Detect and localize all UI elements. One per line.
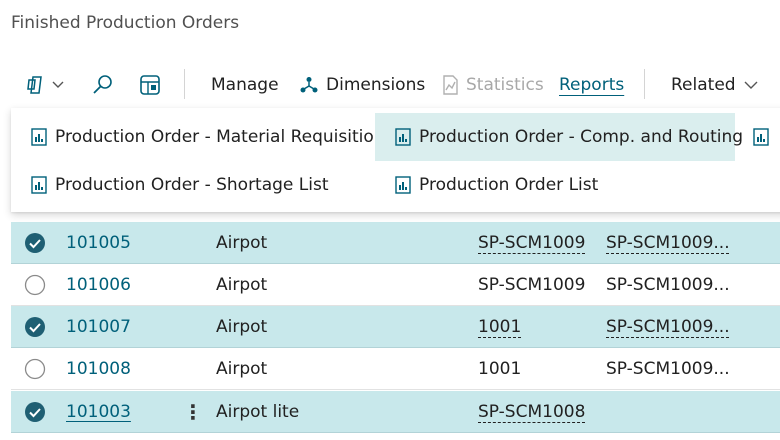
related-label: Related (671, 75, 736, 95)
toolbar-separator (184, 69, 185, 99)
description-cell: Airpot lite (216, 402, 300, 422)
source-no-cell[interactable]: 1001 (478, 306, 521, 348)
reports-label: Reports (559, 75, 625, 95)
row-checkbox[interactable] (24, 391, 46, 433)
checked-circle-icon (25, 402, 45, 422)
report-icon (31, 176, 55, 194)
routing-no-cell[interactable]: SP-SCM1009... (606, 306, 730, 348)
statistics-icon (442, 75, 459, 95)
checked-circle-icon (25, 317, 45, 337)
menu-item-label: Production Order - Shortage List (55, 175, 329, 195)
checked-circle-icon (25, 233, 45, 253)
views-icon (26, 75, 48, 95)
search-button[interactable] (92, 62, 114, 108)
toolbar-separator (644, 69, 645, 99)
routing-no-cell: SP-SCM1009... (606, 275, 730, 295)
row-checkbox[interactable] (24, 222, 46, 264)
views-button[interactable] (26, 62, 64, 108)
dimensions-label: Dimensions (326, 75, 426, 95)
reports-dropdown-menu: Production Order - Material Requisition … (11, 108, 780, 212)
empty-circle-icon (24, 358, 46, 380)
statistics-label: Statistics (466, 75, 544, 95)
source-no-cell[interactable]: SP-SCM1009 (478, 222, 585, 264)
row-checkbox[interactable] (24, 348, 46, 390)
action-bar: Manage Dimensions Statistics Reports Rel… (0, 62, 780, 108)
description-cell: Airpot (216, 359, 268, 379)
dimensions-button[interactable]: Dimensions (300, 62, 425, 108)
menu-item-production-order-list[interactable]: Production Order List (375, 161, 735, 209)
dimensions-icon (300, 76, 318, 94)
reports-button[interactable]: Reports (559, 62, 624, 108)
order-no-link[interactable]: 101007 (66, 306, 131, 348)
statistics-button[interactable]: Statistics (442, 62, 544, 108)
row-checkbox[interactable] (24, 264, 46, 306)
order-no-link[interactable]: 101006 (66, 264, 131, 306)
analysis-icon (139, 74, 161, 96)
menu-item-label: Production Order List (419, 175, 599, 195)
source-no-cell: 1001 (478, 359, 522, 379)
menu-item-label: Production Order - Comp. and Routing (419, 127, 744, 147)
order-no-link[interactable]: 101008 (66, 348, 131, 390)
routing-no-cell[interactable]: SP-SCM1009... (606, 222, 730, 264)
table-row[interactable]: 101003 ⋮ Airpot lite SP-SCM1008 (11, 391, 780, 433)
table-row[interactable]: 101008 Airpot 1001 SP-SCM1009... (11, 348, 780, 390)
order-no-link[interactable]: 101003 (66, 391, 131, 433)
description-cell: Airpot (216, 233, 268, 253)
row-checkbox[interactable] (24, 306, 46, 348)
related-button[interactable]: Related (671, 62, 758, 108)
menu-item-truncated[interactable] (751, 113, 780, 161)
order-no-link[interactable]: 101005 (66, 222, 131, 264)
chevron-down-icon (52, 81, 64, 89)
source-no-cell[interactable]: SP-SCM1008 (478, 391, 585, 433)
description-cell: Airpot (216, 317, 268, 337)
report-icon (753, 128, 777, 146)
row-actions-menu-icon[interactable]: ⋮ (183, 391, 203, 433)
menu-item-shortage-list[interactable]: Production Order - Shortage List (11, 161, 373, 209)
page-title: Finished Production Orders (11, 13, 240, 33)
report-icon (31, 128, 55, 146)
menu-item-label: Production Order - Material Requisition (55, 127, 385, 147)
menu-item-comp-and-routing[interactable]: Production Order - Comp. and Routing (375, 113, 743, 161)
table-row[interactable]: 101006 Airpot SP-SCM1009 SP-SCM1009... (11, 264, 780, 306)
table-row[interactable]: 101005 Airpot SP-SCM1009 SP-SCM1009... (11, 222, 780, 264)
manage-label: Manage (211, 75, 279, 95)
table-row[interactable]: 101007 Airpot 1001 SP-SCM1009... (11, 306, 780, 348)
menu-item-material-requisition[interactable]: Production Order - Material Requisition (11, 113, 385, 161)
search-icon (92, 74, 114, 96)
source-no-cell: SP-SCM1009 (478, 275, 586, 295)
report-icon (395, 128, 419, 146)
chevron-down-icon (744, 81, 758, 89)
routing-no-cell: SP-SCM1009... (606, 359, 730, 379)
report-icon (395, 176, 419, 194)
description-cell: Airpot (216, 275, 268, 295)
analysis-mode-button[interactable] (139, 62, 161, 108)
empty-circle-icon (24, 274, 46, 296)
manage-button[interactable]: Manage (211, 62, 279, 108)
